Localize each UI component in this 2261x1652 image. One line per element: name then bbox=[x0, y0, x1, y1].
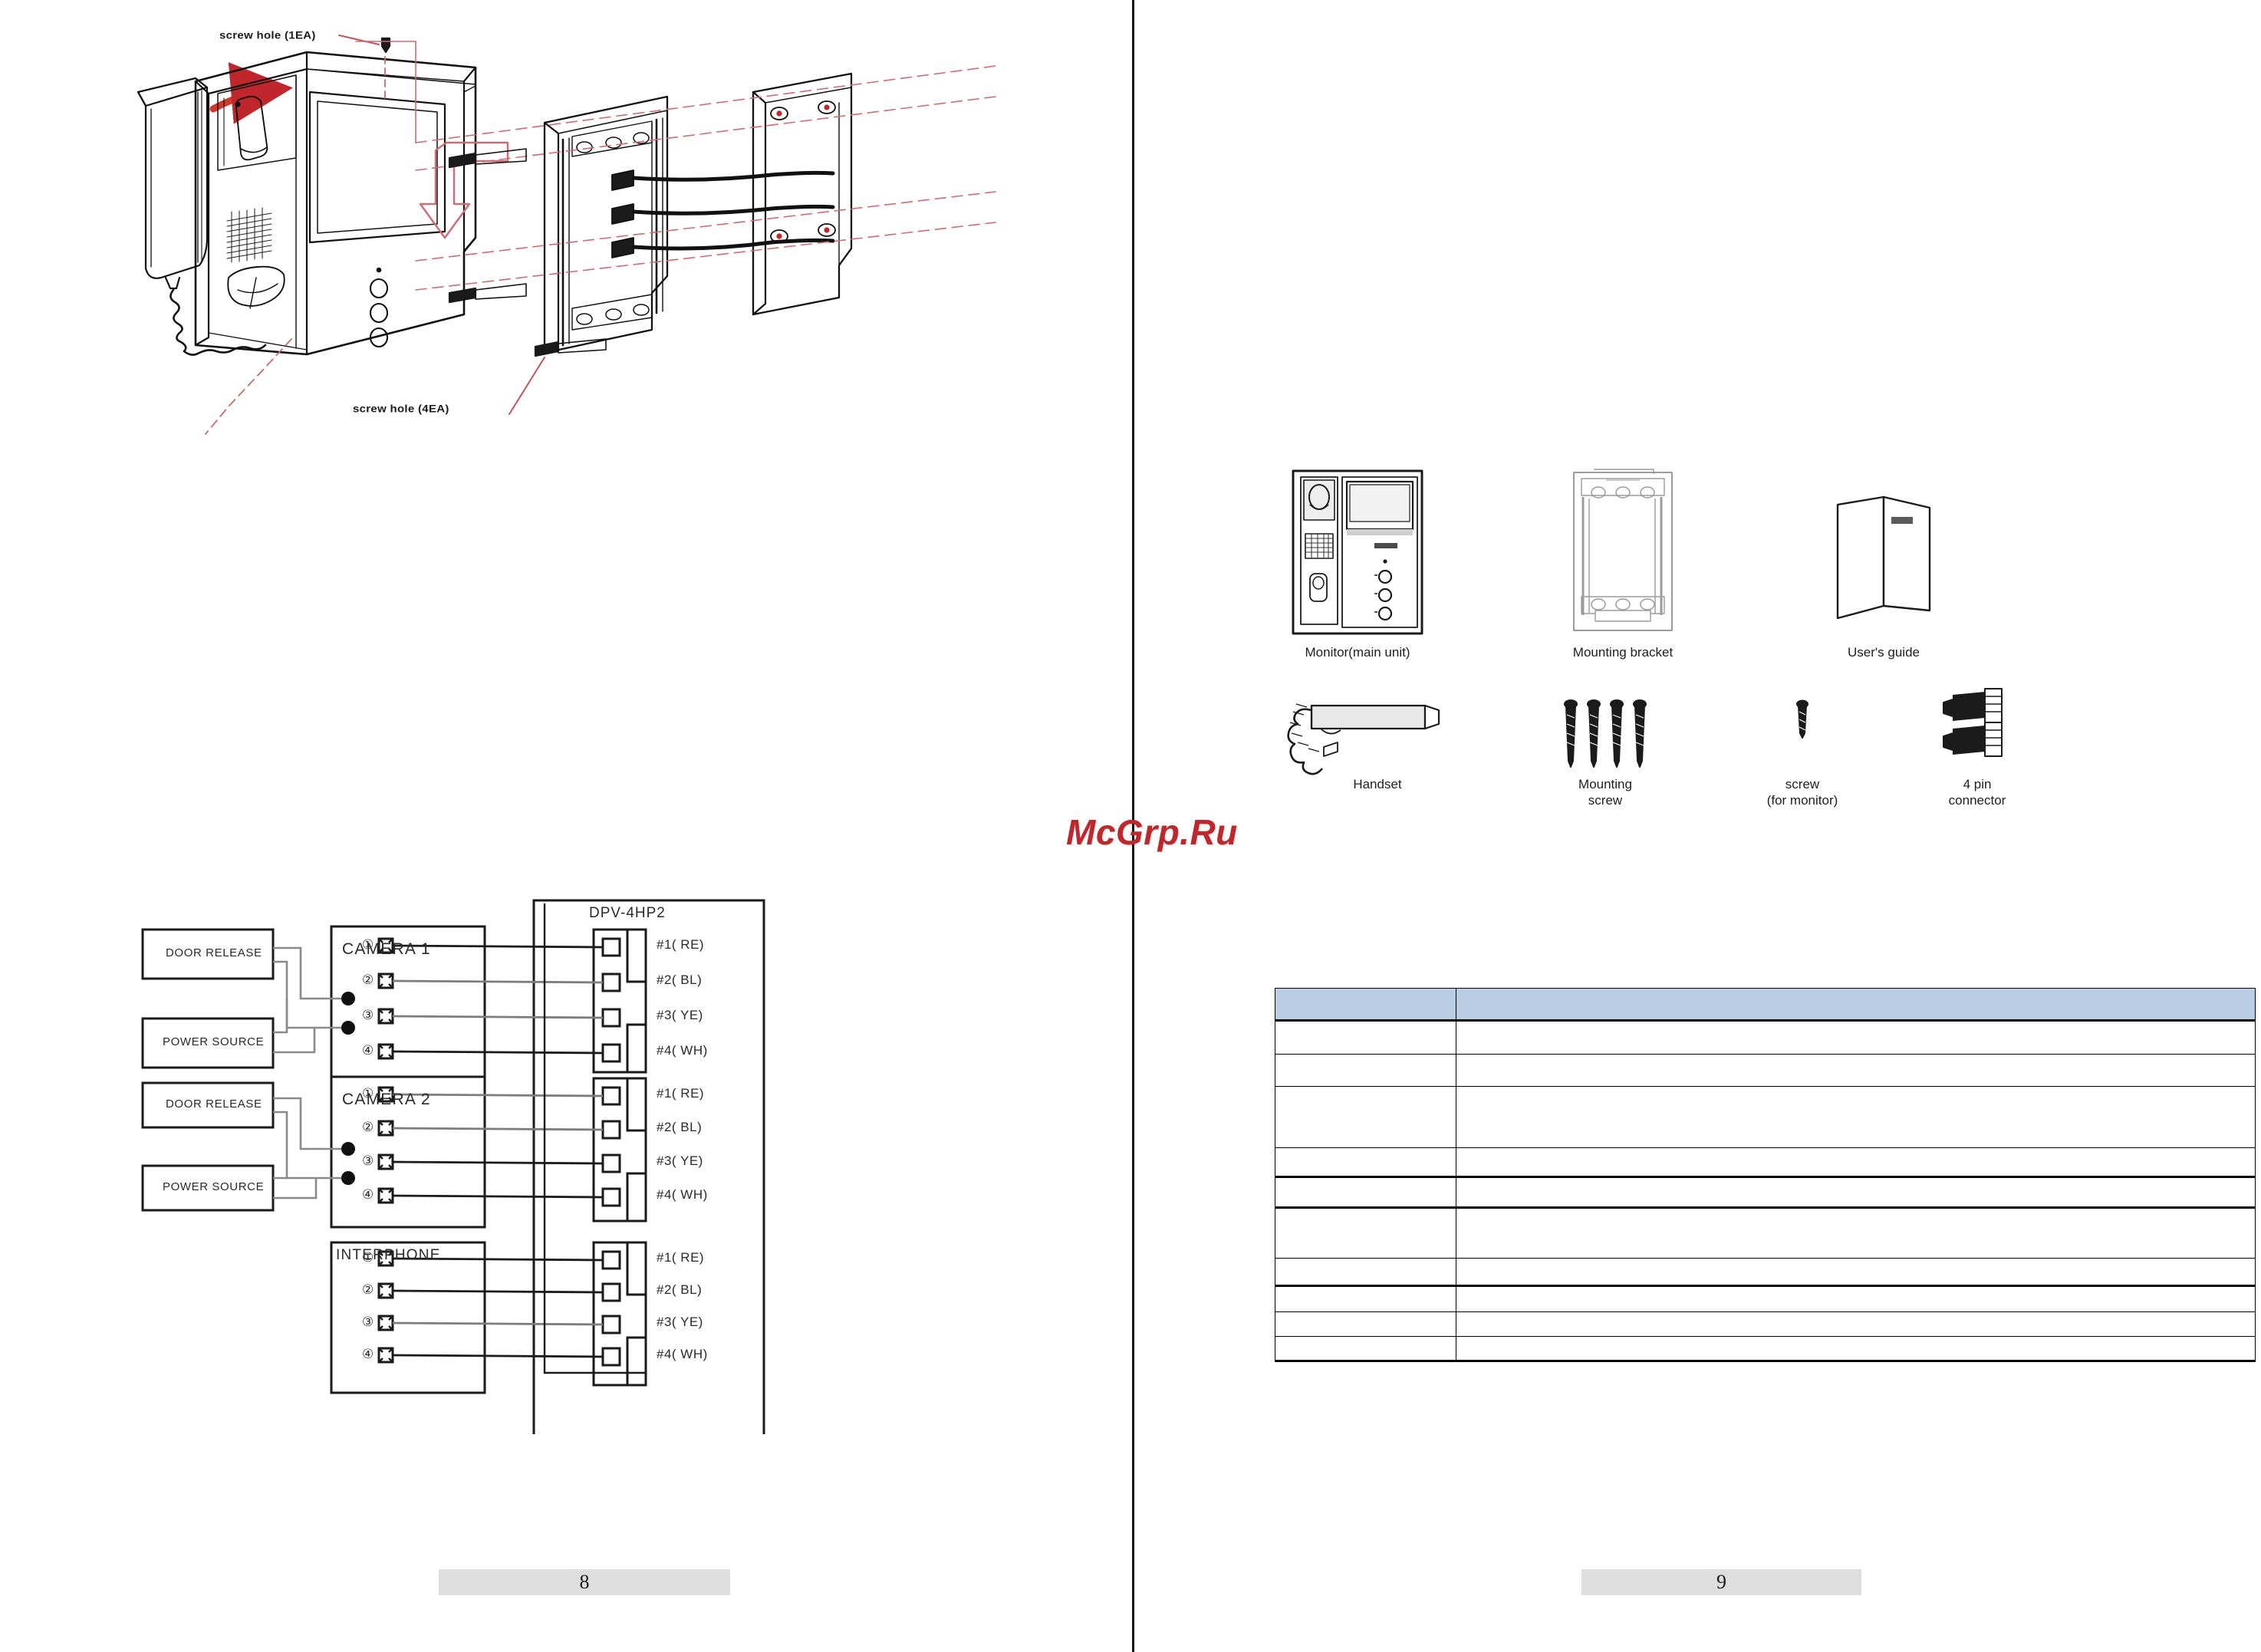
label-door-release-1: DOOR RELEASE bbox=[166, 946, 262, 959]
terminal-c1-1: ① bbox=[362, 937, 374, 952]
dpv-enclosure bbox=[532, 899, 765, 1437]
label-camera-1: CAMERA 1 bbox=[342, 940, 431, 958]
watermark-mcgrp: McGrp.Ru bbox=[1066, 812, 1238, 852]
wiring-connection-diagram: DPV-4HP2 DOOR RELEASE POWER SOURCE DOOR … bbox=[115, 882, 997, 1437]
caption-monitor-main-unit: Monitor(main unit) bbox=[1305, 645, 1410, 660]
pin-c2-1: #1( RE) bbox=[657, 1086, 705, 1101]
caption-mounting-bracket: Mounting bracket bbox=[1572, 645, 1674, 660]
table-cell-value bbox=[1456, 1147, 2256, 1178]
table-cell-label bbox=[1275, 1207, 1456, 1259]
caption-screw-for-monitor: screw (for monitor) bbox=[1766, 777, 1838, 808]
terminal-ip-1: ① bbox=[362, 1250, 374, 1265]
table-row bbox=[1275, 1207, 2256, 1259]
manual-page-spread: screw hole (1EA) screw hole (4EA) DPV-4H… bbox=[0, 0, 2261, 1652]
pin-ip-3: #3( YE) bbox=[657, 1315, 703, 1329]
caption-4pin-connector: 4 pin connector bbox=[1948, 777, 2006, 808]
label-power-source-1: POWER SOURCE bbox=[163, 1035, 265, 1048]
table-cell-label bbox=[1275, 1258, 1456, 1287]
table-cell-value bbox=[1456, 1020, 2256, 1055]
label-interphone: INTERPHONE bbox=[336, 1247, 441, 1263]
table-cell-label bbox=[1275, 1311, 1456, 1337]
table-cell-value bbox=[1456, 1285, 2256, 1312]
table-cell-value bbox=[1456, 1207, 2256, 1259]
table-header-cell-1 bbox=[1275, 988, 1456, 1022]
caption-users-guide: User's guide bbox=[1848, 645, 1920, 660]
label-screw-hole-4ea: screw hole (4EA) bbox=[353, 403, 449, 416]
pin-ip-4: #4( WH) bbox=[657, 1347, 708, 1361]
terminal-c2-4: ④ bbox=[362, 1187, 374, 1202]
table-cell-value bbox=[1456, 1054, 2256, 1087]
table-cell-value bbox=[1456, 1311, 2256, 1337]
table-row bbox=[1275, 1285, 2256, 1312]
caption-handset: Handset bbox=[1353, 777, 1402, 791]
table-cell-label bbox=[1275, 1176, 1456, 1209]
table-row bbox=[1275, 1176, 2256, 1209]
wiring-diagram-svg bbox=[141, 899, 765, 1437]
table-row bbox=[1275, 1147, 2256, 1178]
specification-table bbox=[1275, 988, 2256, 1362]
mounting-bracket-illustration bbox=[543, 95, 669, 354]
pin-c1-1: #1( RE) bbox=[657, 937, 705, 952]
pin-c1-4: #4( WH) bbox=[657, 1043, 708, 1058]
table-cell-value bbox=[1456, 1258, 2256, 1287]
pin-c2-3: #3( YE) bbox=[657, 1153, 703, 1168]
label-power-source-2: POWER SOURCE bbox=[163, 1180, 265, 1193]
part-handset-illustration bbox=[1287, 703, 1440, 775]
table-row bbox=[1275, 1311, 2256, 1337]
label-screw-hole-1ea: screw hole (1EA) bbox=[219, 29, 316, 42]
part-screw-for-monitor-illustration bbox=[1796, 699, 1808, 739]
pin-ip-2: #2( BL) bbox=[657, 1282, 703, 1297]
page-number-left: 8 bbox=[439, 1569, 730, 1595]
label-door-release-2: DOOR RELEASE bbox=[166, 1097, 262, 1111]
terminal-ip-4: ④ bbox=[362, 1347, 374, 1361]
caption-mounting-screw: Mounting screw bbox=[1578, 777, 1632, 808]
label-camera-2: CAMERA 2 bbox=[342, 1091, 431, 1108]
terminal-ip-2: ② bbox=[362, 1282, 374, 1297]
table-cell-value bbox=[1456, 1336, 2256, 1362]
table-cell-label bbox=[1275, 1285, 1456, 1312]
box-interphone bbox=[330, 1241, 486, 1394]
table-row bbox=[1275, 1054, 2256, 1087]
terminal-c1-4: ④ bbox=[362, 1043, 374, 1058]
pin-c1-3: #3( YE) bbox=[657, 1008, 703, 1022]
terminal-c2-3: ③ bbox=[362, 1153, 374, 1168]
terminal-c1-3: ③ bbox=[362, 1008, 374, 1022]
table-cell-label bbox=[1275, 1336, 1456, 1362]
part-monitor-illustration bbox=[1292, 469, 1423, 635]
table-row bbox=[1275, 1336, 2256, 1362]
exploded-diagram-svg bbox=[137, 35, 996, 435]
terminal-ip-3: ③ bbox=[362, 1315, 374, 1329]
part-users-guide-illustration bbox=[1836, 495, 1931, 620]
pin-ip-1: #1( RE) bbox=[657, 1250, 705, 1265]
leader-handset bbox=[205, 338, 292, 435]
table-cell-label bbox=[1275, 1054, 1456, 1087]
terminal-c2-2: ② bbox=[362, 1120, 374, 1134]
table-cell-value bbox=[1456, 1086, 2256, 1148]
terminal-c2-1: ① bbox=[362, 1086, 374, 1101]
pin-c2-2: #2( BL) bbox=[657, 1120, 703, 1134]
table-cell-label bbox=[1275, 1086, 1456, 1148]
table-cell-label bbox=[1275, 1020, 1456, 1055]
part-4pin-connector-illustration bbox=[1943, 688, 2003, 757]
wiring-title: DPV-4HP2 bbox=[589, 905, 666, 921]
part-mounting-screw-illustration bbox=[1564, 699, 1647, 768]
table-header-row bbox=[1275, 988, 2256, 1022]
terminal-c1-2: ② bbox=[362, 972, 374, 987]
part-bracket-illustration bbox=[1573, 469, 1673, 631]
table-cell-label bbox=[1275, 1147, 1456, 1178]
table-row bbox=[1275, 1258, 2256, 1287]
page-number-right: 9 bbox=[1581, 1569, 1861, 1595]
table-row bbox=[1275, 1020, 2256, 1055]
exploded-installation-diagram: screw hole (1EA) screw hole (4EA) bbox=[115, 8, 997, 468]
pin-c1-2: #2( BL) bbox=[657, 972, 703, 987]
table-header-cell-2 bbox=[1456, 988, 2256, 1022]
package-contents-parts-list: Monitor(main unit) Mounting bracket User… bbox=[1273, 460, 2194, 859]
handset-illustration bbox=[137, 77, 267, 356]
table-cell-value bbox=[1456, 1176, 2256, 1209]
pin-c2-4: #4( WH) bbox=[657, 1187, 708, 1202]
table-row bbox=[1275, 1086, 2256, 1148]
